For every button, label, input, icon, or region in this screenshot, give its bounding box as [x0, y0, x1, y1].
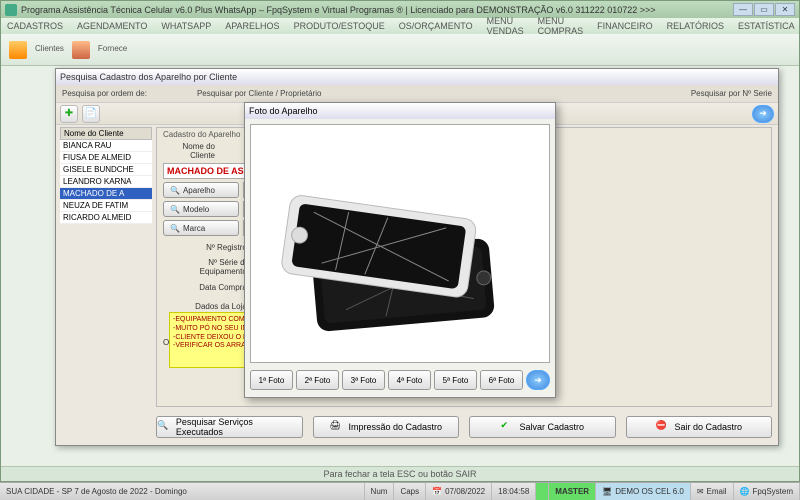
- status-caps: Caps: [394, 483, 426, 500]
- mail-icon: ✉: [697, 487, 704, 496]
- marca-button[interactable]: 🔍Marca: [163, 220, 239, 236]
- status-date: 📅07/08/2022: [426, 483, 492, 500]
- window-title: Programa Assistência Técnica Celular v6.…: [21, 5, 656, 15]
- photo-modal: Foto do Aparelho: [244, 102, 556, 398]
- foto-1-button[interactable]: 1ª Foto: [250, 370, 293, 390]
- client-row[interactable]: BIANCA RAU: [60, 140, 152, 152]
- menu-whatsapp[interactable]: WHATSAPP: [161, 21, 211, 31]
- toolbar: Clientes Fornece: [1, 34, 799, 66]
- maximize-button[interactable]: ▭: [754, 3, 774, 16]
- calendar-icon: 📅: [432, 487, 442, 496]
- search-icon: 🔍: [170, 205, 180, 214]
- action-buttons: 🔍Pesquisar Serviços Executados 🖨Impressã…: [156, 415, 772, 439]
- close-button[interactable]: ✕: [775, 3, 795, 16]
- status-time: 18:04:58: [492, 483, 536, 500]
- client-row[interactable]: FIUSA DE ALMEID: [60, 152, 152, 164]
- sair-button[interactable]: ⛔Sair do Cadastro: [626, 416, 773, 438]
- monitor-icon: 🖥: [602, 487, 612, 496]
- cadastro-group-label: Cadastro do Aparelho: [163, 130, 240, 139]
- photo-viewer: [250, 124, 550, 363]
- client-row[interactable]: GISELE BUNDCHE: [60, 164, 152, 176]
- data-compra-label: Data Compra:: [163, 283, 249, 292]
- photo-next-icon[interactable]: ➜: [526, 370, 550, 390]
- globe-icon: 🌐: [740, 487, 750, 496]
- add-icon[interactable]: ✚: [60, 105, 78, 123]
- search-icon: 🔍: [170, 186, 180, 195]
- dados-loja-label: Dados da Loja:: [163, 302, 249, 311]
- search-icon: 🔍: [157, 420, 171, 434]
- modelo-button[interactable]: 🔍Modelo: [163, 201, 239, 217]
- toolbar-fornece[interactable]: [68, 37, 94, 63]
- menu-relatorios[interactable]: RELATÓRIOS: [667, 21, 724, 31]
- photo-modal-title: Foto do Aparelho: [245, 103, 555, 119]
- status-demo: 🖥DEMO OS CEL 6.0: [596, 483, 691, 500]
- next-arrow-icon[interactable]: ➜: [752, 105, 774, 123]
- foto-2-button[interactable]: 2ª Foto: [296, 370, 339, 390]
- search-client-label: Pesquisar por Cliente / Proprietário: [197, 89, 322, 98]
- status-led: [536, 483, 549, 500]
- print-icon: 🖨: [329, 420, 343, 434]
- minimize-button[interactable]: —: [733, 3, 753, 16]
- statusbar: SUA CIDADE - SP 7 de Agosto de 2022 - Do…: [0, 482, 800, 500]
- aparelho-button[interactable]: 🔍Aparelho: [163, 182, 239, 198]
- doc-icon[interactable]: 📄: [82, 105, 100, 123]
- foto-4-button[interactable]: 4ª Foto: [388, 370, 431, 390]
- menu-produto-estoque[interactable]: PRODUTO/ESTOQUE: [294, 21, 385, 31]
- foto-3-button[interactable]: 3ª Foto: [342, 370, 385, 390]
- toolbar-clientes[interactable]: [5, 37, 31, 63]
- search-serial-label: Pesquisar por Nº Serie: [691, 89, 772, 98]
- check-icon: ✔: [500, 420, 514, 434]
- client-list: Nome do Cliente BIANCA RAU FIUSA DE ALME…: [60, 127, 152, 224]
- foto-5-button[interactable]: 5ª Foto: [434, 370, 477, 390]
- search-icon: 🔍: [170, 224, 180, 233]
- menu-os-orcamento[interactable]: OS/ORÇAMENTO: [399, 21, 473, 31]
- impressao-button[interactable]: 🖨Impressão do Cadastro: [313, 416, 460, 438]
- menubar: CADASTROS AGENDAMENTO WHATSAPP APARELHOS…: [1, 18, 799, 34]
- search-window-title: Pesquisa Cadastro dos Aparelho por Clien…: [56, 69, 778, 85]
- app-icon: [5, 4, 17, 16]
- search-order-label: Pesquisa por ordem de:: [62, 89, 147, 98]
- menu-compras[interactable]: MENU COMPRAS: [538, 16, 584, 36]
- titlebar: Programa Assistência Técnica Celular v6.…: [1, 1, 799, 18]
- status-brand[interactable]: 🌐FpqSystem: [734, 483, 800, 500]
- status-email[interactable]: ✉Email: [691, 483, 734, 500]
- foto-6-button[interactable]: 6ª Foto: [480, 370, 523, 390]
- registro-label: Nº Registro:: [163, 243, 249, 252]
- toolbar-clientes-label: Clientes: [35, 44, 64, 53]
- nome-label: Nome do Cliente: [163, 142, 215, 160]
- serie-label: Nº Série do Equipamento:: [163, 258, 249, 276]
- menu-estatistica[interactable]: ESTATÍSTICA: [738, 21, 795, 31]
- menu-vendas[interactable]: MENU VENDAS: [487, 16, 524, 36]
- status-location: SUA CIDADE - SP 7 de Agosto de 2022 - Do…: [0, 483, 365, 500]
- pesquisar-servicos-button[interactable]: 🔍Pesquisar Serviços Executados: [156, 416, 303, 438]
- client-row[interactable]: RICARDO ALMEID: [60, 212, 152, 224]
- menu-agendamento[interactable]: AGENDAMENTO: [77, 21, 147, 31]
- client-row[interactable]: LEANDRO KARNA: [60, 176, 152, 188]
- client-row[interactable]: MACHADO DE A: [60, 188, 152, 200]
- menu-aparelhos[interactable]: APARELHOS: [225, 21, 279, 31]
- broken-phone-image: [251, 125, 549, 362]
- status-master: MASTER: [549, 483, 596, 500]
- salvar-button[interactable]: ✔Salvar Cadastro: [469, 416, 616, 438]
- menu-cadastros[interactable]: CADASTROS: [7, 21, 63, 31]
- client-row[interactable]: NEUZA DE FATIM: [60, 200, 152, 212]
- stop-icon: ⛔: [655, 420, 669, 434]
- search-strip: Pesquisa por ordem de: Pesquisar por Cli…: [56, 85, 778, 103]
- menu-financeiro[interactable]: FINANCEIRO: [597, 21, 653, 31]
- toolbar-fornece-label: Fornece: [98, 44, 127, 53]
- status-num: Num: [365, 483, 395, 500]
- footer-hint: Para fechar a tela ESC ou botão SAIR: [1, 466, 799, 481]
- client-list-header: Nome do Cliente: [60, 127, 152, 140]
